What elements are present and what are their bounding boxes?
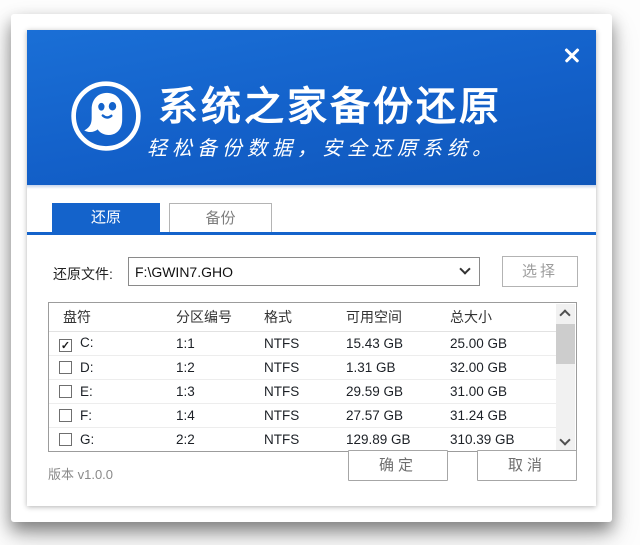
format-cell: NTFS xyxy=(264,355,346,379)
tab-underline xyxy=(27,232,596,235)
scroll-up-icon[interactable] xyxy=(556,304,575,321)
row-checkbox[interactable] xyxy=(59,433,72,446)
table-row[interactable]: G: 2:2NTFS129.89 GB310.39 GB xyxy=(49,427,556,451)
col-free: 可用空间 xyxy=(346,303,450,331)
restore-file-row: 还原文件: 选择 xyxy=(27,257,596,287)
chevron-down-icon[interactable] xyxy=(453,258,479,285)
col-partition: 分区编号 xyxy=(176,303,264,331)
close-icon[interactable] xyxy=(557,40,587,70)
restore-file-input[interactable] xyxy=(129,258,451,285)
format-cell: NTFS xyxy=(264,379,346,403)
drive-label: D: xyxy=(80,360,94,375)
version-label: 版本 v1.0.0 xyxy=(48,464,113,483)
drive-label: E: xyxy=(80,384,93,399)
format-cell: NTFS xyxy=(264,403,346,427)
banner-shadow xyxy=(27,185,596,189)
drive-label: C: xyxy=(80,335,94,350)
tab-restore[interactable]: 还原 xyxy=(52,203,160,232)
partition-table-body: ✓C:1:1NTFS15.43 GB25.00 GBD:1:2NTFS1.31 … xyxy=(49,331,556,451)
app-title: 系统之家备份还原 xyxy=(158,74,502,132)
restore-file-label: 还原文件: xyxy=(53,264,113,284)
app-subtitle: 轻松备份数据，安全还原系统。 xyxy=(147,132,497,161)
table-row[interactable]: F: 1:4NTFS27.57 GB31.24 GB xyxy=(49,403,556,427)
format-cell: NTFS xyxy=(264,331,346,355)
row-checkbox[interactable]: ✓ xyxy=(59,339,72,352)
row-checkbox[interactable] xyxy=(59,361,72,374)
col-drive: 盘符 xyxy=(49,303,176,331)
tab-backup[interactable]: 备份 xyxy=(169,203,272,232)
select-file-button[interactable]: 选择 xyxy=(502,256,578,287)
total-size-cell: 25.00 GB xyxy=(450,331,556,355)
row-checkbox[interactable] xyxy=(59,385,72,398)
ghost-icon xyxy=(69,79,143,153)
table-row[interactable]: D: 1:2NTFS1.31 GB32.00 GB xyxy=(49,355,556,379)
partition-cell: 1:3 xyxy=(176,379,264,403)
free-space-cell: 15.43 GB xyxy=(346,331,450,355)
partition-cell: 1:4 xyxy=(176,403,264,427)
format-cell: NTFS xyxy=(264,427,346,451)
row-checkbox[interactable] xyxy=(59,409,72,422)
total-size-cell: 31.24 GB xyxy=(450,403,556,427)
content-panel: 系统之家备份还原 轻松备份数据，安全还原系统。 还原 备份 还原文件: 选择 盘… xyxy=(27,30,596,506)
partition-cell: 2:2 xyxy=(176,427,264,451)
free-space-cell: 1.31 GB xyxy=(346,355,450,379)
drive-label: F: xyxy=(80,408,92,423)
partition-table: 盘符 分区编号 格式 可用空间 总大小 ✓C:1:1NTFS15.43 GB25… xyxy=(48,302,577,452)
table-row[interactable]: ✓ C: 1:1NTFS15.43 GB25.00 GB xyxy=(49,331,556,355)
table-header: 盘符 分区编号 格式 可用空间 总大小 xyxy=(49,303,556,331)
free-space-cell: 27.57 GB xyxy=(346,403,450,427)
header-banner: 系统之家备份还原 轻松备份数据，安全还原系统。 xyxy=(27,30,596,185)
drive-label: G: xyxy=(80,432,94,447)
ok-button[interactable]: 确定 xyxy=(348,450,448,481)
table-row[interactable]: E: 1:3NTFS29.59 GB31.00 GB xyxy=(49,379,556,403)
total-size-cell: 32.00 GB xyxy=(450,355,556,379)
scrollbar-thumb[interactable] xyxy=(556,324,575,364)
app-window: 系统之家备份还原 轻松备份数据，安全还原系统。 还原 备份 还原文件: 选择 盘… xyxy=(11,14,612,522)
total-size-cell: 310.39 GB xyxy=(450,427,556,451)
partition-cell: 1:1 xyxy=(176,331,264,355)
total-size-cell: 31.00 GB xyxy=(450,379,556,403)
col-format: 格式 xyxy=(264,303,346,331)
free-space-cell: 129.89 GB xyxy=(346,427,450,451)
col-total: 总大小 xyxy=(450,303,556,331)
partition-cell: 1:2 xyxy=(176,355,264,379)
restore-file-combobox[interactable] xyxy=(128,257,480,286)
cancel-button[interactable]: 取消 xyxy=(477,450,577,481)
scroll-down-icon[interactable] xyxy=(556,433,575,450)
free-space-cell: 29.59 GB xyxy=(346,379,450,403)
vertical-scrollbar[interactable] xyxy=(556,304,575,450)
